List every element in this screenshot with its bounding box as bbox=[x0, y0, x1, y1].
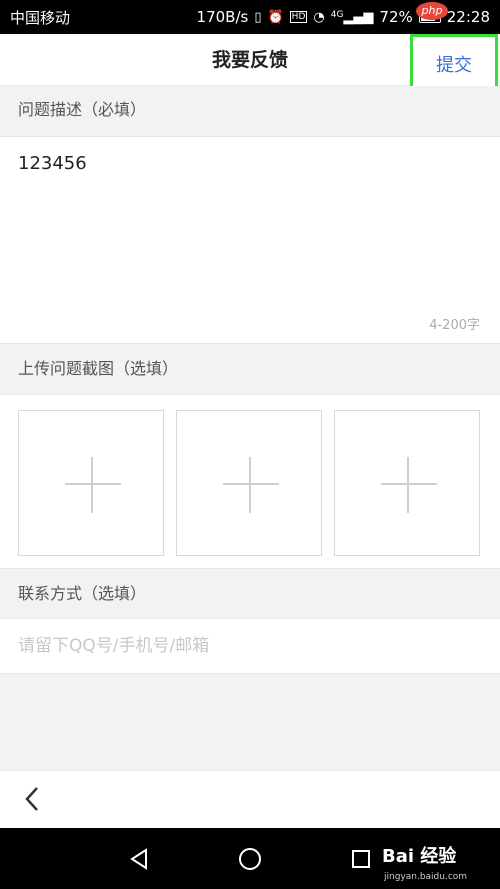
vibrate-icon: ▯ bbox=[254, 9, 262, 25]
network-speed: 170B/s bbox=[196, 8, 249, 26]
upload-slot-2[interactable] bbox=[176, 410, 322, 556]
nav-home-button[interactable] bbox=[235, 844, 265, 874]
contact-label: 联系方式（选填） bbox=[0, 570, 500, 618]
php-badge: php bbox=[416, 2, 448, 20]
bottom-toolbar bbox=[0, 770, 500, 828]
wifi-icon: ◔ bbox=[313, 9, 325, 25]
plus-icon bbox=[407, 457, 409, 513]
nav-back-button[interactable] bbox=[124, 844, 154, 874]
back-button[interactable] bbox=[12, 779, 52, 819]
signal-label: 4G bbox=[330, 9, 344, 20]
upload-slot-1[interactable] bbox=[18, 410, 164, 556]
signal-icon: 4G▂▄▆ bbox=[330, 9, 374, 25]
contact-input[interactable] bbox=[0, 618, 500, 674]
baidu-watermark: Bai 经验 bbox=[382, 846, 457, 867]
chevron-left-icon bbox=[25, 787, 38, 811]
baidu-watermark-url: jingyan.baidu.com bbox=[384, 872, 468, 882]
submit-button[interactable]: 提交 bbox=[410, 34, 498, 94]
plus-icon bbox=[91, 457, 93, 513]
carrier-name: 中国移动 bbox=[10, 8, 71, 27]
plus-icon bbox=[65, 483, 121, 485]
description-label: 问题描述（必填） bbox=[0, 86, 500, 134]
description-textarea[interactable]: 123456 4-200字 bbox=[0, 136, 500, 344]
status-bar: 中国移动 170B/s ▯ ⏰ HD ◔ 4G▂▄▆ 72% 22:28 php bbox=[0, 0, 500, 34]
screenshot-label: 上传问题截图（选填） bbox=[0, 345, 500, 393]
title-bar: 我要反馈 提交 bbox=[0, 34, 500, 94]
upload-slot-3[interactable] bbox=[334, 410, 480, 556]
hd-icon: HD bbox=[289, 11, 308, 23]
alarm-icon: ⏰ bbox=[267, 9, 284, 25]
char-limit-hint: 4-200字 bbox=[429, 318, 480, 333]
plus-icon bbox=[381, 483, 437, 485]
square-recents-icon bbox=[352, 850, 370, 868]
screenshot-upload-area bbox=[0, 394, 500, 569]
battery-percent: 72% bbox=[379, 8, 413, 26]
description-value: 123456 bbox=[18, 153, 87, 174]
system-nav-bar: Bai 经验 jingyan.baidu.com bbox=[0, 828, 500, 889]
nav-recents-button[interactable] bbox=[346, 844, 376, 874]
triangle-back-icon bbox=[130, 848, 147, 870]
clock: 22:28 bbox=[446, 8, 490, 26]
plus-icon bbox=[249, 457, 251, 513]
plus-icon bbox=[223, 483, 279, 485]
circle-home-icon bbox=[239, 848, 261, 870]
